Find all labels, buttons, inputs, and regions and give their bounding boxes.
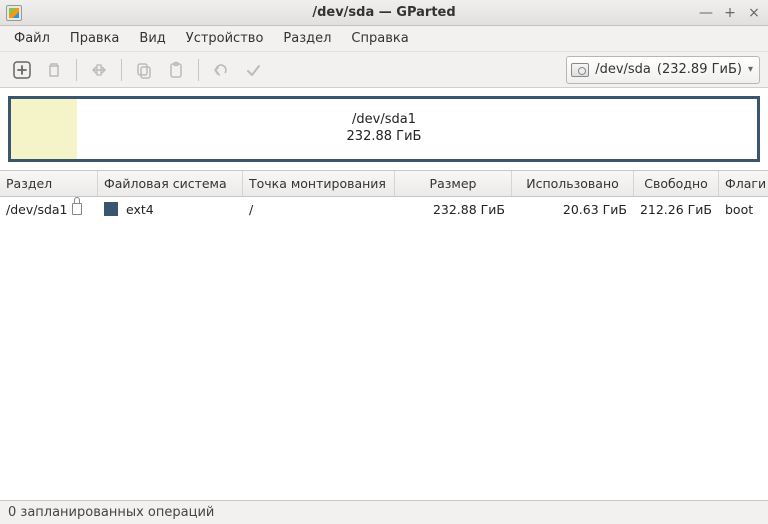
partition-used-region bbox=[11, 99, 77, 159]
lock-icon bbox=[72, 203, 82, 215]
col-mountpoint[interactable]: Точка монтирования bbox=[243, 171, 395, 196]
partition-label: /dev/sda1 232.88 ГиБ bbox=[347, 112, 422, 146]
toolbar-separator bbox=[76, 59, 77, 81]
paste-icon bbox=[167, 61, 185, 79]
close-button[interactable]: × bbox=[746, 5, 762, 21]
trash-icon bbox=[45, 61, 63, 79]
delete-partition-button[interactable] bbox=[40, 56, 68, 84]
menu-edit[interactable]: Правка bbox=[62, 28, 127, 49]
device-size: (232.89 ГиБ) bbox=[657, 62, 742, 77]
window-title: /dev/sda — GParted bbox=[312, 5, 455, 20]
partition-size: 232.88 ГиБ bbox=[347, 129, 422, 146]
col-filesystem[interactable]: Файловая система bbox=[98, 171, 243, 196]
titlebar: /dev/sda — GParted — + × bbox=[0, 0, 768, 26]
menu-partition[interactable]: Раздел bbox=[275, 28, 339, 49]
resize-icon bbox=[90, 61, 108, 79]
menubar: Файл Правка Вид Устройство Раздел Справк… bbox=[0, 26, 768, 52]
statusbar: 0 запланированных операций bbox=[0, 500, 768, 524]
cell-flags: boot bbox=[719, 197, 768, 221]
col-partition[interactable]: Раздел bbox=[0, 171, 98, 196]
maximize-button[interactable]: + bbox=[722, 5, 738, 21]
toolbar-separator bbox=[198, 59, 199, 81]
col-flags[interactable]: Флаги bbox=[719, 171, 768, 196]
partition-name-text: /dev/sda1 bbox=[6, 202, 68, 217]
device-name: /dev/sda bbox=[595, 62, 651, 77]
partition-graphic-area: /dev/sda1 232.88 ГиБ bbox=[0, 88, 768, 170]
pending-operations: 0 запланированных операций bbox=[8, 505, 214, 520]
check-icon bbox=[244, 61, 262, 79]
toolbar-separator bbox=[121, 59, 122, 81]
partition-table: Раздел Файловая система Точка монтирован… bbox=[0, 170, 768, 500]
table-header: Раздел Файловая система Точка монтирован… bbox=[0, 171, 768, 197]
resize-move-button[interactable] bbox=[85, 56, 113, 84]
undo-icon bbox=[212, 61, 230, 79]
cell-size: 232.88 ГиБ bbox=[395, 197, 512, 221]
cell-used: 20.63 ГиБ bbox=[512, 197, 634, 221]
col-used[interactable]: Использовано bbox=[512, 171, 634, 196]
filesystem-text: ext4 bbox=[126, 202, 154, 217]
table-row[interactable]: /dev/sda1 ext4 / 232.88 ГиБ 20.63 ГиБ 21… bbox=[0, 197, 768, 221]
partition-name: /dev/sda1 bbox=[347, 112, 422, 129]
menu-view[interactable]: Вид bbox=[131, 28, 173, 49]
cell-filesystem: ext4 bbox=[98, 197, 243, 221]
plus-box-icon bbox=[13, 61, 31, 79]
device-selector[interactable]: /dev/sda (232.89 ГиБ) ▾ bbox=[566, 56, 760, 84]
col-size[interactable]: Размер bbox=[395, 171, 512, 196]
cell-mountpoint: / bbox=[243, 197, 395, 221]
chevron-down-icon: ▾ bbox=[748, 64, 753, 75]
cell-partition: /dev/sda1 bbox=[0, 197, 98, 221]
fs-color-swatch bbox=[104, 202, 118, 216]
paste-button[interactable] bbox=[162, 56, 190, 84]
copy-icon bbox=[135, 61, 153, 79]
partition-bar[interactable]: /dev/sda1 232.88 ГиБ bbox=[8, 96, 760, 162]
toolbar: /dev/sda (232.89 ГиБ) ▾ bbox=[0, 52, 768, 88]
cell-free: 212.26 ГиБ bbox=[634, 197, 719, 221]
menu-file[interactable]: Файл bbox=[6, 28, 58, 49]
new-partition-button[interactable] bbox=[8, 56, 36, 84]
menu-device[interactable]: Устройство bbox=[178, 28, 272, 49]
apply-button[interactable] bbox=[239, 56, 267, 84]
menu-help[interactable]: Справка bbox=[343, 28, 416, 49]
undo-button[interactable] bbox=[207, 56, 235, 84]
minimize-button[interactable]: — bbox=[698, 5, 714, 21]
disk-icon bbox=[571, 63, 589, 77]
col-free[interactable]: Свободно bbox=[634, 171, 719, 196]
copy-button[interactable] bbox=[130, 56, 158, 84]
app-icon bbox=[6, 5, 22, 21]
